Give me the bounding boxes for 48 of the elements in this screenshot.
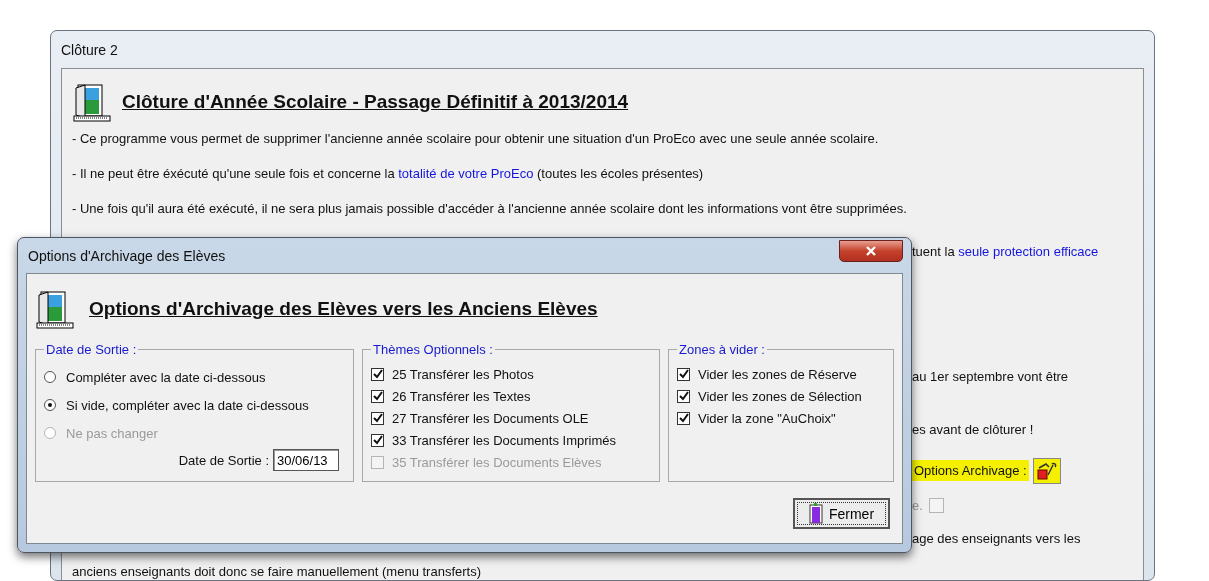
group-title: Thèmes Optionnels : bbox=[372, 342, 494, 357]
paragraph-text: age des enseignants vers les bbox=[912, 531, 1081, 546]
options-label: Options Archivage : bbox=[912, 460, 1029, 481]
radio-button[interactable] bbox=[44, 371, 56, 383]
checkbox[interactable] bbox=[371, 433, 384, 447]
checkbox[interactable] bbox=[371, 367, 384, 381]
checkbox[interactable] bbox=[677, 389, 690, 403]
paragraph-text: es avant de clôturer ! bbox=[912, 422, 1034, 437]
checkbox[interactable] bbox=[677, 367, 690, 381]
close-dialog-button[interactable]: Fermer bbox=[793, 498, 890, 529]
checkbox[interactable] bbox=[371, 389, 384, 403]
link[interactable]: totalité de votre ProEco bbox=[398, 166, 534, 181]
dialog-heading: Options d'Archivage des Elèves vers les Anciens Elèves bbox=[89, 298, 598, 320]
door-icon bbox=[72, 82, 112, 122]
close-icon bbox=[865, 245, 877, 256]
option-label: 26 Transférer les Textes bbox=[392, 388, 531, 404]
door-icon bbox=[808, 502, 823, 525]
dialog-title: Options d'Archivage des Elèves bbox=[28, 247, 226, 264]
door-icon bbox=[35, 289, 75, 329]
close-button[interactable] bbox=[839, 239, 903, 262]
option-label: Vider les zones de Sélection bbox=[698, 388, 862, 404]
heading: Clôture d'Année Scolaire - Passage Définitif à 2013/2014 bbox=[122, 91, 629, 113]
group-title: Zones à vider : bbox=[678, 342, 766, 357]
option-label: Ne pas changer bbox=[66, 425, 158, 441]
option-label: 25 Transférer les Photos bbox=[392, 366, 534, 382]
field-label: Date de Sortie : bbox=[178, 452, 269, 468]
paragraph-text: tuent la seule protection efficace bbox=[912, 244, 1099, 259]
option-label: Vider la zone "AuChoix" bbox=[698, 410, 836, 426]
option-label: 27 Transférer les Documents OLE bbox=[392, 410, 589, 426]
paragraph-text: - Ce programme vous permet de supprimer l'ancienne année scolaire pour obtenir une situation d'un ProEco avec une seule année scolaire. bbox=[72, 131, 879, 146]
option-label: Compléter avec la date ci-dessous bbox=[66, 369, 266, 385]
option-label: Si vide, compléter avec la date ci-dessous bbox=[66, 397, 309, 413]
group-title: Date de Sortie : bbox=[45, 342, 138, 357]
option-label: Vider les zones de Réserve bbox=[698, 366, 857, 382]
paragraph-text: - Il ne peut être éxécuté qu'une seule fois et concerne la totalité de votre ProEco (toutes les écoles présentes) bbox=[72, 166, 704, 181]
checkbox[interactable] bbox=[371, 411, 384, 425]
window-title: Clôture 2 bbox=[61, 40, 119, 60]
paragraph-text: anciens enseignants doit donc se faire manuellement (menu transferts) bbox=[72, 564, 481, 579]
link[interactable]: seule protection efficace bbox=[958, 244, 1099, 259]
checkbox-label: e. bbox=[912, 498, 923, 513]
paragraph-text: - Une fois qu'il aura été exécuté, il ne sera plus jamais possible d'accéder à l'ancienne année scolaire dont les informations vont être supprimées. bbox=[72, 201, 907, 216]
option-label: 35 Transférer les Documents Elèves bbox=[392, 454, 602, 470]
date-field[interactable]: 30/06/13 bbox=[273, 449, 339, 471]
paragraph-text: au 1er septembre vont être bbox=[912, 369, 1069, 384]
tools-button[interactable] bbox=[1032, 457, 1061, 484]
radio-button[interactable] bbox=[44, 399, 56, 411]
option-label: 33 Transférer les Documents Imprimés bbox=[392, 432, 616, 448]
checkbox[interactable] bbox=[677, 411, 690, 425]
